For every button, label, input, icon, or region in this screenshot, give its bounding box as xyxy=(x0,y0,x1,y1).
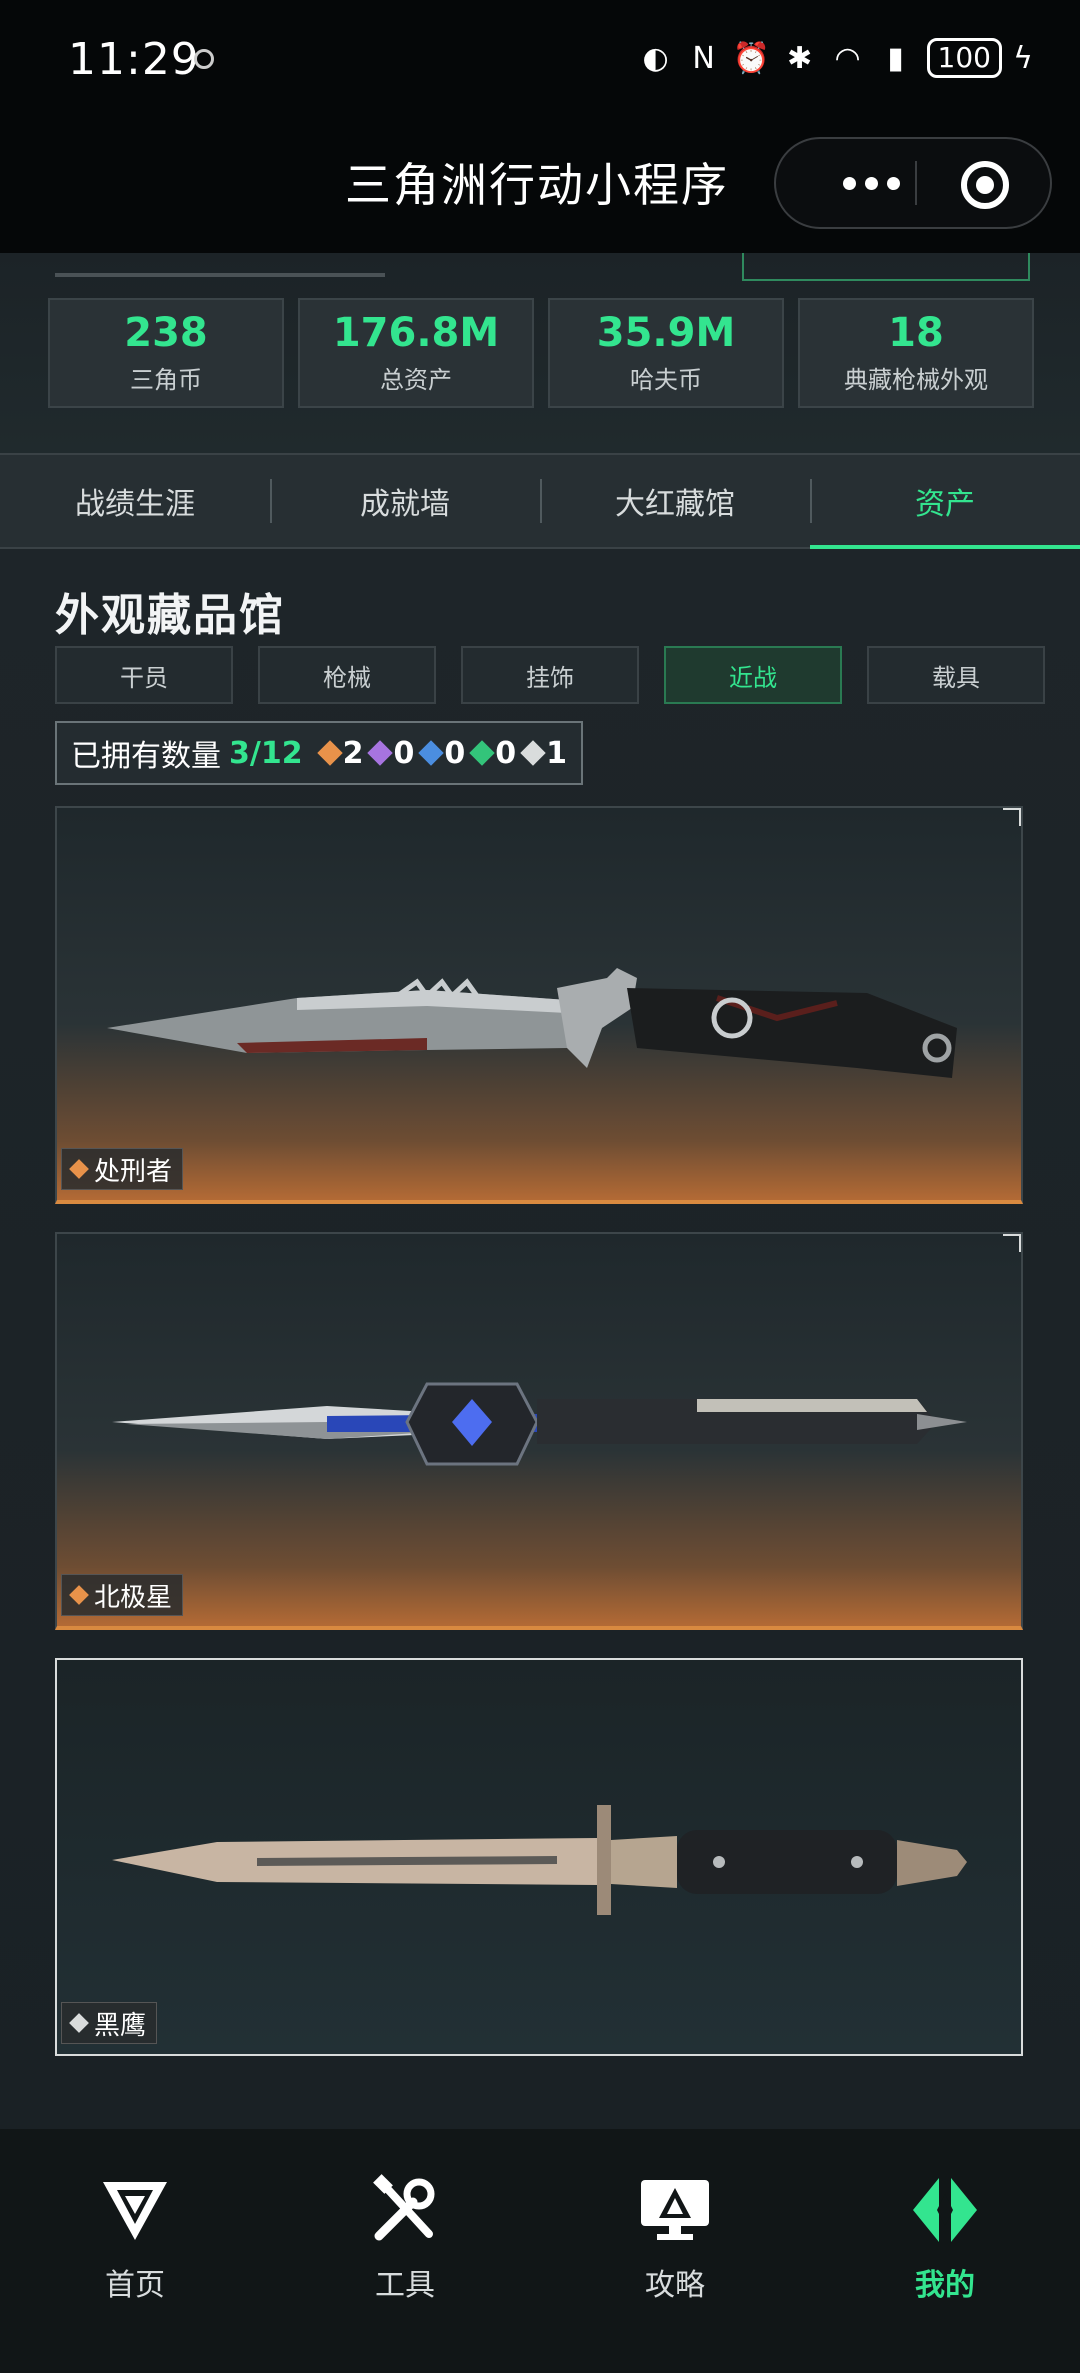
more-dot-icon xyxy=(842,176,856,190)
stats-row: 238 三角币 176.8M 总资产 35.9M 哈夫币 18 典藏枪械外观 xyxy=(48,298,1034,408)
page-title: 三角洲行动小程序 xyxy=(345,158,729,212)
orange-diamond-icon xyxy=(69,1159,89,1179)
close-miniprogram-button[interactable] xyxy=(961,161,1009,209)
home-logo-icon xyxy=(103,2182,167,2240)
tab-career[interactable]: 战绩生涯 xyxy=(0,455,270,547)
status-icons: ◐ N ⏰ ✱ ◠ ▮ 100 ϟ xyxy=(639,38,1040,78)
owned-count: 3/12 xyxy=(229,735,303,771)
header-button-partial[interactable] xyxy=(742,253,1030,281)
orange-diamond-icon xyxy=(69,1585,89,1605)
nav-label: 工具 xyxy=(375,2268,435,2303)
card-corner xyxy=(1003,808,1021,826)
rarity-count-orange: 2 xyxy=(316,735,364,771)
stat-value: 238 xyxy=(124,310,208,356)
stat-haf-coins: 35.9M 哈夫币 xyxy=(548,298,784,408)
skin-name-tag: 黑鹰 xyxy=(61,2002,158,2044)
more-button[interactable] xyxy=(816,139,926,227)
blue-diamond-icon xyxy=(418,740,445,766)
owned-label: 已拥有数量 xyxy=(71,739,221,774)
nav-profile[interactable]: 我的 xyxy=(810,2129,1080,2373)
nav-tools[interactable]: 工具 xyxy=(270,2129,540,2373)
stat-triangle-coins: 238 三角币 xyxy=(48,298,284,408)
signal-icon: ▮ xyxy=(887,40,904,76)
hd-call-icon: ◐ xyxy=(642,40,669,76)
green-diamond-icon xyxy=(469,740,495,766)
profile-logo-icon xyxy=(913,2178,977,2242)
stat-label: 总资产 xyxy=(380,366,452,394)
skin-name-tag: 处刑者 xyxy=(61,1148,184,1190)
skin-card-polaris[interactable]: 北极星 xyxy=(55,1232,1023,1630)
rarity-count-value: 2 xyxy=(342,735,364,771)
stat-value: 35.9M xyxy=(596,310,736,356)
orange-diamond-icon xyxy=(316,740,343,766)
white-diamond-icon xyxy=(69,2013,89,2033)
bottom-nav: 首页 工具 攻略 我的 xyxy=(0,2129,1080,2373)
skin-name: 处刑者 xyxy=(94,1156,173,1187)
alarm-icon: ⏰ xyxy=(732,40,771,76)
subtab-melee[interactable]: 近战 xyxy=(664,646,842,704)
nav-label: 攻略 xyxy=(645,2268,705,2303)
rarity-count-purple: 0 xyxy=(367,735,415,771)
tools-icon xyxy=(373,2174,435,2241)
stat-collection-skins: 18 典藏枪械外观 xyxy=(798,298,1034,408)
rarity-count-value: 0 xyxy=(393,735,415,771)
stat-value: 176.8M xyxy=(332,310,500,356)
main-tabs: 战绩生涯 成就墙 大红藏馆 资产 xyxy=(0,453,1080,549)
sync-icon xyxy=(194,49,214,69)
title-bar: 三角洲行动小程序 xyxy=(0,125,1080,253)
charging-icon: ϟ xyxy=(1013,40,1033,76)
stat-label: 哈夫币 xyxy=(630,366,702,394)
purple-diamond-icon xyxy=(367,740,394,766)
rarity-count-white: 1 xyxy=(520,735,567,771)
white-diamond-icon xyxy=(520,740,546,766)
stat-value: 18 xyxy=(888,310,944,356)
more-dot-icon xyxy=(886,176,900,190)
rarity-count-value: 0 xyxy=(495,735,517,771)
tab-red-collection[interactable]: 大红藏馆 xyxy=(540,455,810,547)
stat-label: 三角币 xyxy=(130,366,202,394)
skin-card-executioner[interactable]: 处刑者 xyxy=(55,806,1023,1204)
rarity-count-green: 0 xyxy=(469,735,517,771)
skin-name-tag: 北极星 xyxy=(61,1574,184,1616)
polaris-knife-image xyxy=(112,1382,967,1466)
card-corner xyxy=(1003,1234,1021,1252)
nav-home[interactable]: 首页 xyxy=(0,2129,270,2373)
nav-label: 我的 xyxy=(915,2268,975,2303)
wifi-icon: ◠ xyxy=(834,40,861,76)
status-time: 11:29 xyxy=(68,34,200,85)
battery-level: 100 xyxy=(926,38,1002,78)
tab-assets[interactable]: 资产 xyxy=(810,455,1080,549)
rarity-count-blue: 0 xyxy=(418,735,466,771)
stat-total-assets: 176.8M 总资产 xyxy=(298,298,534,408)
battery-indicator: 100 ϟ xyxy=(926,38,1040,78)
nav-guide[interactable]: 攻略 xyxy=(540,2129,810,2373)
more-dot-icon xyxy=(864,176,878,190)
rarity-count-value: 1 xyxy=(546,735,567,771)
section-title: 外观藏品馆 xyxy=(55,590,285,641)
assets-content: 外观藏品馆 干员 枪械 挂饰 近战 载具 已拥有数量 3/12 2 0 0 0 … xyxy=(0,549,1080,2129)
skin-name: 黑鹰 xyxy=(94,2010,147,2041)
status-bar: 11:29 ◐ N ⏰ ✱ ◠ ▮ 100 ϟ xyxy=(0,0,1080,125)
executioner-knife-image xyxy=(107,968,957,1078)
subtab-charms[interactable]: 挂饰 xyxy=(461,646,639,704)
capsule-divider xyxy=(915,161,917,205)
subtab-guns[interactable]: 枪械 xyxy=(258,646,436,704)
stat-label: 典藏枪械外观 xyxy=(844,366,988,394)
nav-label: 首页 xyxy=(105,2268,165,2303)
tab-achievements[interactable]: 成就墙 xyxy=(270,455,540,547)
profile-header: 238 三角币 176.8M 总资产 35.9M 哈夫币 18 典藏枪械外观 xyxy=(0,253,1080,453)
rarity-count-value: 0 xyxy=(444,735,466,771)
miniprogram-capsule xyxy=(774,137,1052,229)
nfc-icon: N xyxy=(692,40,715,76)
bluetooth-icon: ✱ xyxy=(786,40,813,76)
skin-card-black-hawk[interactable]: 黑鹰 xyxy=(55,1658,1023,2056)
category-tabs: 干员 枪械 挂饰 近战 载具 xyxy=(55,646,1051,704)
subtab-vehicles[interactable]: 载具 xyxy=(867,646,1045,704)
black-hawk-knife-image xyxy=(112,1805,967,1915)
guide-monitor-icon xyxy=(641,2180,709,2240)
owned-count-bar: 已拥有数量 3/12 2 0 0 0 1 xyxy=(55,721,583,785)
header-divider xyxy=(55,273,385,277)
skin-name: 北极星 xyxy=(94,1582,173,1613)
subtab-operators[interactable]: 干员 xyxy=(55,646,233,704)
